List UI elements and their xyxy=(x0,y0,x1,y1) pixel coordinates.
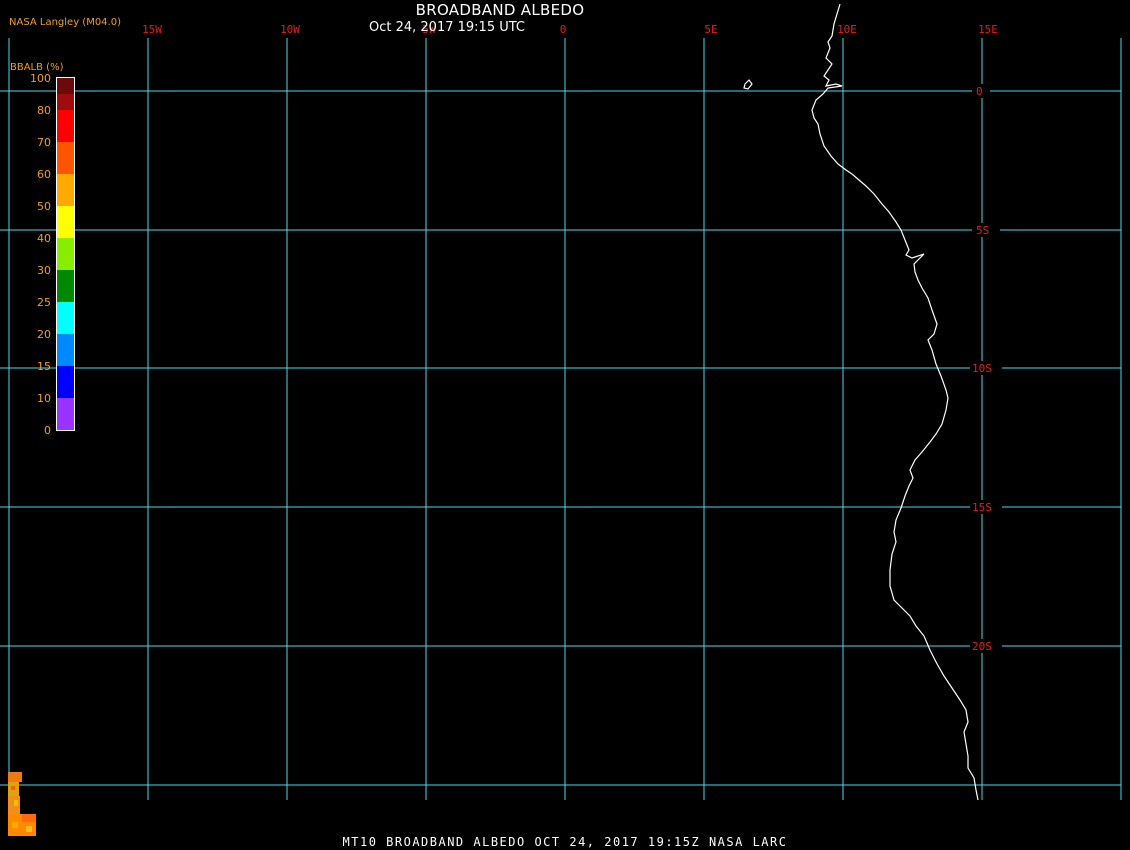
colorbar-swatch xyxy=(57,206,74,238)
lat-label: 20S xyxy=(972,640,992,653)
colorbar-tick: 30 xyxy=(37,264,51,277)
colorbar-tick: 80 xyxy=(37,104,51,117)
coastline xyxy=(743,3,979,801)
colorbar-swatch xyxy=(57,238,74,270)
colorbar-swatch xyxy=(57,94,74,110)
lat-label: 0 xyxy=(976,85,983,98)
africa-coastline xyxy=(811,3,979,801)
map-subtitle: Oct 24, 2017 19:15 UTC xyxy=(369,20,525,35)
colorbar-swatch xyxy=(57,78,74,94)
lon-label: 15E xyxy=(978,23,998,36)
lat-label: 5S xyxy=(976,224,989,237)
lat-label: 10S xyxy=(972,362,992,375)
colorbar-tick: 70 xyxy=(37,136,51,149)
colorbar-tick: 60 xyxy=(37,168,51,181)
colorbar-tick: 20 xyxy=(37,328,51,341)
colorbar-swatch xyxy=(57,142,74,174)
colorbar-tick: 50 xyxy=(37,200,51,213)
lat-label: 15S xyxy=(972,501,992,514)
colorbar-tick: 10 xyxy=(37,392,51,405)
colorbar-swatch xyxy=(57,302,74,334)
graticule xyxy=(0,38,1122,800)
map-canvas: 15W 10W 5W 0 5E 10E 15E 0 5S 10S 15S 20S xyxy=(0,3,1122,836)
colorbar-tick: 40 xyxy=(37,232,51,245)
map-title: BROADBAND ALBEDO xyxy=(415,1,585,19)
colorbar-swatch xyxy=(57,270,74,302)
colorbar-swatch xyxy=(57,174,74,206)
footer-caption: MT10 BROADBAND ALBEDO OCT 24, 2017 19:15… xyxy=(342,835,788,849)
albedo-speckle xyxy=(8,772,36,836)
colorbar: 100 80 70 60 50 40 30 25 20 15 10 0 xyxy=(30,72,75,437)
credit-label: NASA Langley (M04.0) xyxy=(9,17,121,28)
colorbar-tick: 15 xyxy=(37,360,51,373)
colorbar-swatch xyxy=(57,398,74,430)
colorbar-tick: 100 xyxy=(30,72,51,85)
colorbar-swatch xyxy=(57,334,74,366)
colorbar-title: BBALB (%) xyxy=(10,62,64,73)
colorbar-tick: 25 xyxy=(37,296,51,309)
colorbar-swatch xyxy=(57,366,74,398)
colorbar-tick: 0 xyxy=(44,424,51,437)
island-outline xyxy=(743,79,753,90)
latitude-labels: 0 5S 10S 15S 20S xyxy=(970,84,1002,653)
colorbar-swatch xyxy=(57,110,74,142)
